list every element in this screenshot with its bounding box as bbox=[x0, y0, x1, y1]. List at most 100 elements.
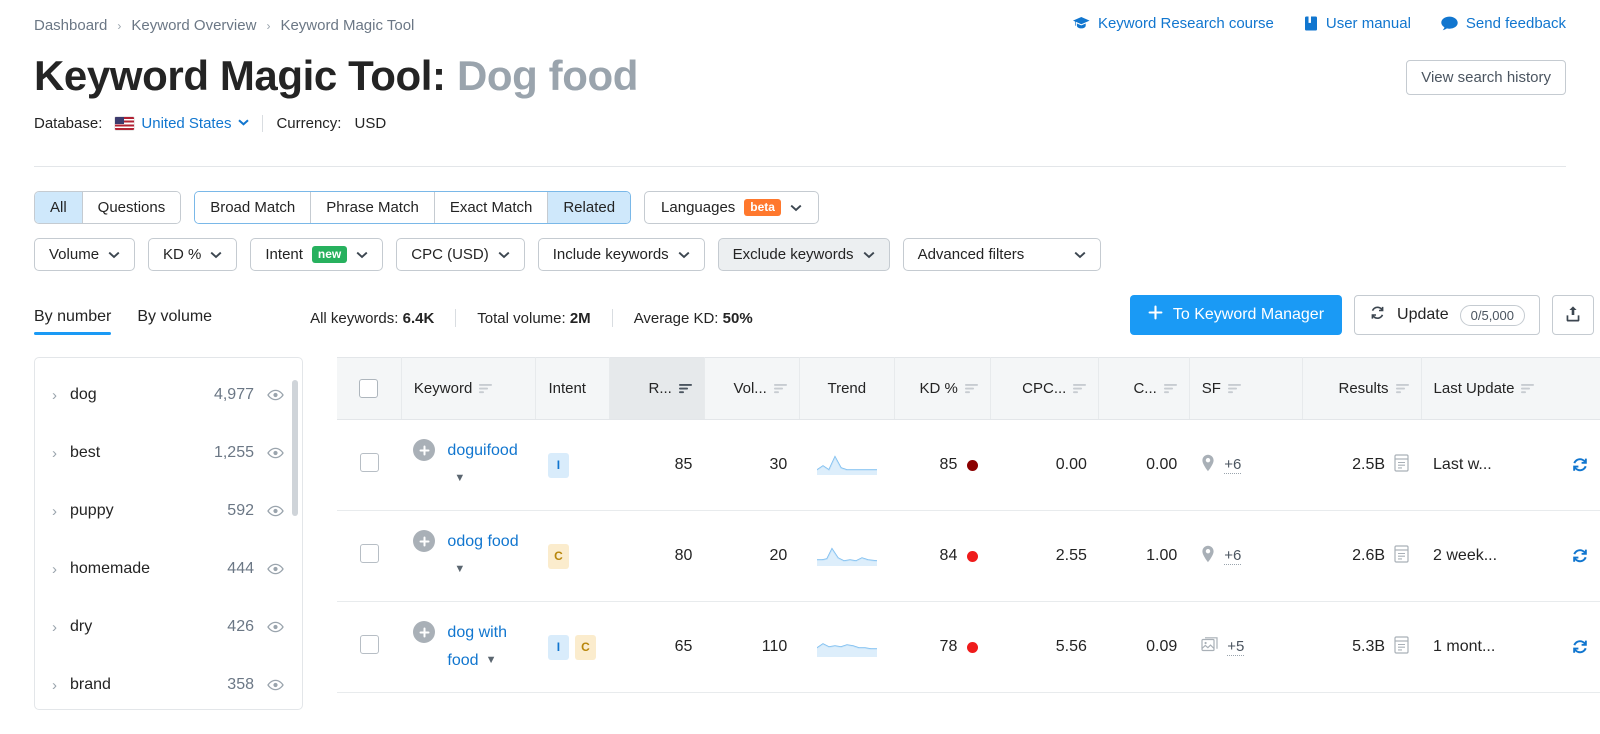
keyword-text: doguifood bbox=[447, 442, 518, 460]
tab-exact-match[interactable]: Exact Match bbox=[434, 192, 549, 224]
serp-icon[interactable] bbox=[1394, 544, 1409, 568]
send-feedback-link[interactable]: Send feedback bbox=[1441, 15, 1566, 32]
add-keyword-icon[interactable] bbox=[413, 439, 436, 462]
sort-icon[interactable] bbox=[1227, 383, 1241, 394]
eye-icon[interactable] bbox=[267, 505, 284, 517]
sort-icon[interactable] bbox=[479, 383, 493, 394]
keyword-link[interactable]: odog food ▼ bbox=[447, 528, 524, 584]
sort-icon[interactable] bbox=[1521, 383, 1535, 394]
intent-badge-commercial[interactable]: C bbox=[574, 634, 596, 660]
filter-exclude-keywords[interactable]: Exclude keywords bbox=[717, 238, 890, 272]
intent-badge-informational[interactable]: I bbox=[547, 452, 569, 478]
group-item-dry[interactable]: › dry 426 bbox=[35, 598, 302, 656]
breadcrumb-item-dashboard[interactable]: Dashboard bbox=[34, 17, 107, 34]
serp-features-more[interactable]: +6 bbox=[1224, 456, 1242, 475]
chevron-down-icon[interactable]: ▼ bbox=[454, 560, 465, 579]
column-results[interactable]: Results bbox=[1302, 357, 1422, 421]
group-item-brand[interactable]: › brand 358 bbox=[35, 656, 302, 709]
filter-advanced[interactable]: Advanced filters bbox=[902, 238, 1101, 272]
kd-difficulty-dot bbox=[967, 459, 979, 471]
database-selector[interactable]: United States bbox=[115, 115, 250, 132]
sort-icon[interactable] bbox=[1163, 383, 1177, 394]
tab-questions[interactable]: Questions bbox=[82, 192, 181, 224]
column-serp-features[interactable]: SF bbox=[1189, 357, 1303, 421]
export-button[interactable] bbox=[1552, 295, 1594, 336]
sort-icon[interactable] bbox=[964, 383, 978, 394]
map-pin-icon[interactable] bbox=[1201, 545, 1215, 568]
chevron-right-icon: › bbox=[52, 676, 57, 694]
column-keyword[interactable]: Keyword bbox=[401, 357, 537, 421]
image-icon[interactable] bbox=[1201, 637, 1218, 657]
intent-badge-informational[interactable]: I bbox=[547, 634, 569, 660]
group-item-best[interactable]: › best 1,255 bbox=[35, 424, 302, 482]
serp-icon[interactable] bbox=[1394, 635, 1409, 659]
serp-features-more[interactable]: +6 bbox=[1224, 547, 1242, 566]
intent-badge-commercial[interactable]: C bbox=[547, 543, 569, 569]
filter-volume[interactable]: Volume bbox=[34, 238, 136, 272]
refresh-icon[interactable] bbox=[1570, 547, 1590, 566]
select-all-checkbox[interactable] bbox=[359, 379, 379, 399]
rank-cell: 85 bbox=[609, 419, 705, 512]
keyword-research-course-link[interactable]: Keyword Research course bbox=[1072, 15, 1274, 32]
column-kd[interactable]: KD % bbox=[894, 357, 991, 421]
sidebar-scrollbar[interactable] bbox=[292, 380, 298, 517]
languages-filter[interactable]: Languages beta bbox=[644, 191, 819, 225]
add-keyword-icon[interactable] bbox=[413, 530, 436, 553]
subtab-by-number[interactable]: By number bbox=[34, 308, 112, 335]
column-volume[interactable]: Vol... bbox=[704, 357, 800, 421]
group-item-puppy[interactable]: › puppy 592 bbox=[35, 482, 302, 540]
refresh-icon[interactable] bbox=[1570, 638, 1590, 657]
filter-kd[interactable]: KD % bbox=[148, 238, 238, 272]
breadcrumb-item-keyword-magic-tool[interactable]: Keyword Magic Tool bbox=[280, 17, 414, 34]
serp-features-more[interactable]: +5 bbox=[1227, 638, 1245, 657]
tab-phrase-match[interactable]: Phrase Match bbox=[311, 192, 435, 224]
filter-cpc[interactable]: CPC (USD) bbox=[396, 238, 525, 272]
update-button[interactable]: Update 0/5,000 bbox=[1354, 295, 1540, 336]
eye-icon[interactable] bbox=[267, 447, 284, 459]
row-select-cell bbox=[337, 419, 402, 512]
column-competition[interactable]: C... bbox=[1098, 357, 1190, 421]
tab-broad-match[interactable]: Broad Match bbox=[195, 192, 312, 224]
sort-icon[interactable] bbox=[773, 383, 787, 394]
column-cpc[interactable]: CPC... bbox=[990, 357, 1100, 421]
group-item-dog[interactable]: › dog 4,977 bbox=[35, 366, 302, 424]
to-keyword-manager-button[interactable]: To Keyword Manager bbox=[1129, 295, 1343, 336]
filter-bar: All Questions Broad Match Phrase Match E… bbox=[0, 167, 1600, 272]
tab-all[interactable]: All bbox=[35, 192, 83, 224]
group-item-homemade[interactable]: › homemade 444 bbox=[35, 540, 302, 598]
keyword-link[interactable]: dog with food ▼ bbox=[447, 619, 524, 675]
map-pin-icon[interactable] bbox=[1201, 454, 1215, 477]
serp-icon[interactable] bbox=[1394, 453, 1409, 477]
chevron-down-icon[interactable]: ▼ bbox=[486, 651, 497, 670]
column-rank[interactable]: R... bbox=[609, 357, 705, 421]
breadcrumb-item-keyword-overview[interactable]: Keyword Overview bbox=[131, 17, 256, 34]
sort-icon[interactable] bbox=[1073, 383, 1087, 394]
column-cpc-label: CPC... bbox=[1022, 380, 1067, 398]
filter-intent[interactable]: Intent new bbox=[250, 238, 384, 272]
group-count: 426 bbox=[227, 618, 254, 636]
tab-related[interactable]: Related bbox=[548, 192, 631, 224]
filter-row-match-types: All Questions Broad Match Phrase Match E… bbox=[34, 191, 1566, 225]
refresh-icon[interactable] bbox=[1570, 456, 1590, 475]
page-header: Dashboard › Keyword Overview › Keyword M… bbox=[0, 0, 1600, 168]
sort-icon[interactable] bbox=[1395, 383, 1409, 394]
eye-icon[interactable] bbox=[267, 563, 284, 575]
filter-include-keywords[interactable]: Include keywords bbox=[537, 238, 705, 272]
row-checkbox[interactable] bbox=[359, 453, 379, 473]
eye-icon[interactable] bbox=[267, 621, 284, 633]
trend-cell bbox=[799, 601, 895, 694]
intent-cell: I bbox=[535, 419, 610, 512]
chevron-down-icon[interactable]: ▼ bbox=[454, 469, 465, 488]
add-keyword-icon[interactable] bbox=[413, 621, 436, 644]
keyword-link[interactable]: doguifood ▼ bbox=[447, 437, 524, 493]
row-checkbox[interactable] bbox=[359, 635, 379, 655]
subtab-by-volume[interactable]: By volume bbox=[137, 308, 212, 335]
row-checkbox[interactable] bbox=[359, 544, 379, 564]
eye-icon[interactable] bbox=[267, 389, 284, 401]
sort-icon-active[interactable] bbox=[678, 383, 692, 394]
view-search-history-button[interactable]: View search history bbox=[1406, 60, 1566, 95]
eye-icon[interactable] bbox=[267, 679, 284, 691]
table-body: doguifood▼ I 85 30 85 0.00 0.00 +6 2.5B … bbox=[337, 419, 1600, 694]
user-manual-link[interactable]: User manual bbox=[1304, 15, 1411, 32]
column-last-update[interactable]: Last Update bbox=[1421, 357, 1600, 421]
